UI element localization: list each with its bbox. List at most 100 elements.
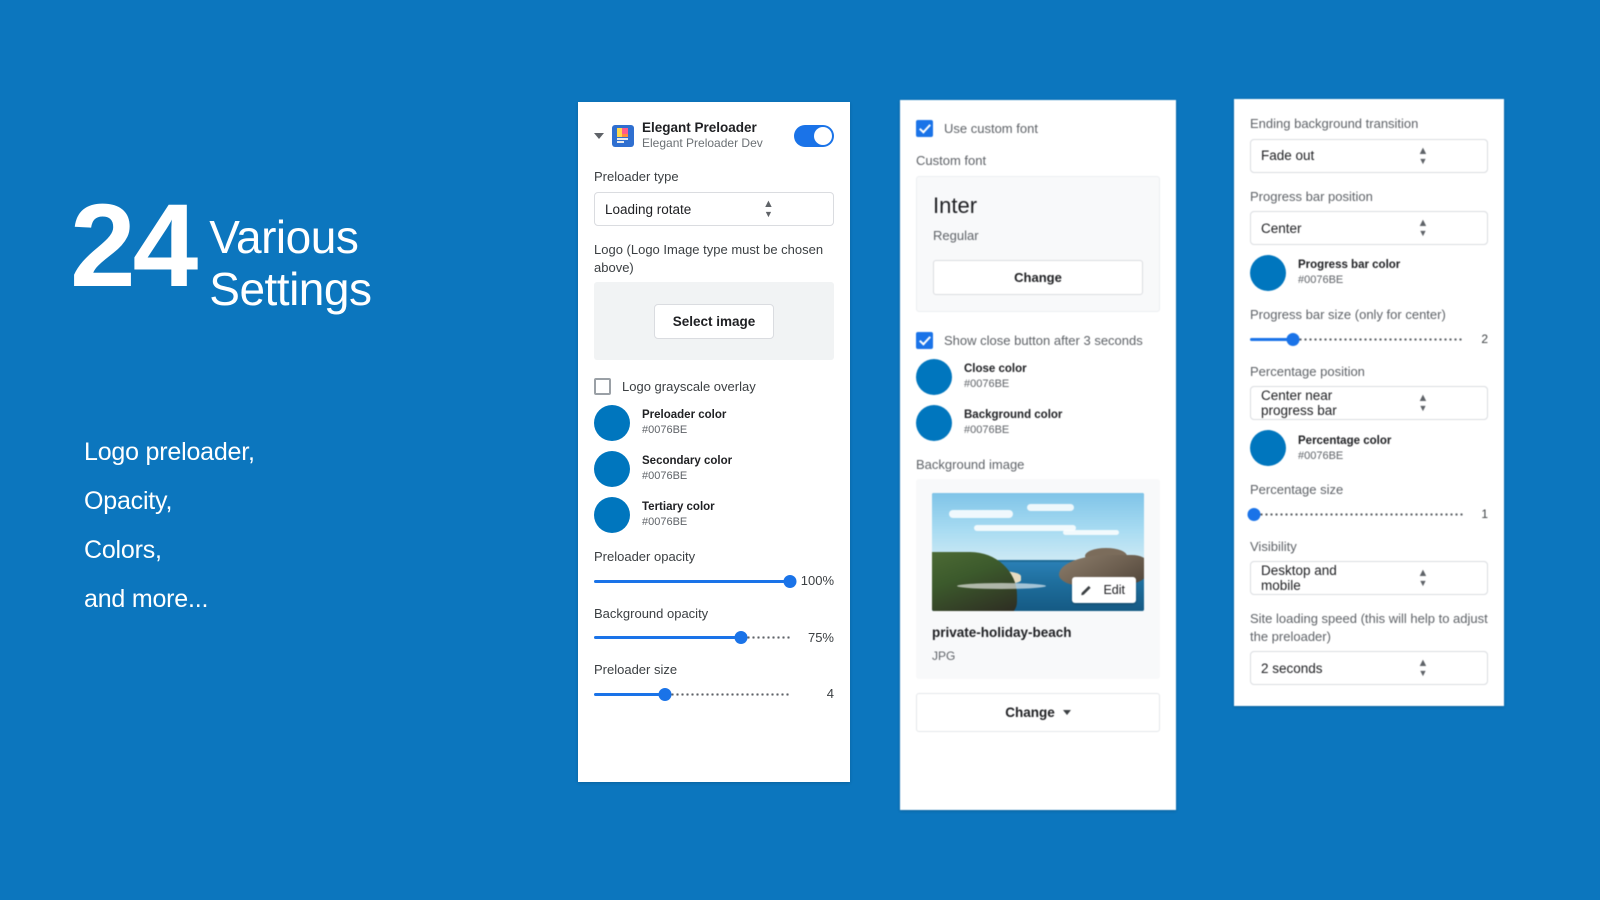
percentage-color-swatch[interactable]: [1250, 430, 1286, 467]
promo-headline-line1: Various: [209, 211, 359, 263]
spinner-icon: ▲ ▼: [1417, 657, 1429, 679]
change-font-button[interactable]: Change: [933, 259, 1143, 295]
background-color-name: Background color: [964, 409, 1063, 422]
background-image-thumbnail[interactable]: Edit: [932, 493, 1144, 612]
preloader-type-select[interactable]: Loading rotate ▲ ▼: [594, 192, 834, 227]
grayscale-overlay-row[interactable]: Logo grayscale overlay: [594, 378, 834, 396]
secondary-color-hex: #0076BE: [642, 470, 688, 483]
visibility-select[interactable]: Desktop and mobile ▲ ▼: [1250, 561, 1488, 596]
custom-font-label: Custom font: [916, 153, 987, 168]
settings-panel-primary: Elegant Preloader Elegant Preloader Dev …: [578, 102, 850, 782]
percentage-position-select[interactable]: Center near progress bar ▲ ▼: [1250, 386, 1488, 421]
promo-feature-list: Logo preloader, Opacity, Colors, and mor…: [84, 428, 540, 624]
spinner-icon: ▲ ▼: [1417, 144, 1429, 166]
color-row-tertiary[interactable]: Tertiary color #0076BE: [594, 497, 834, 534]
ending-transition-select[interactable]: Fade out ▲ ▼: [1250, 138, 1488, 173]
ending-transition-label: Ending background transition: [1250, 116, 1419, 131]
color-row-preloader[interactable]: Preloader color #0076BE: [594, 405, 834, 442]
percentage-size-slider[interactable]: 1: [1247, 505, 1488, 523]
percentage-position-label: Percentage position: [1250, 363, 1365, 379]
loading-speed-label: Site loading speed (this will help to ad…: [1250, 611, 1488, 644]
promo-block: 24 Various Settings Logo preloader, Opac…: [70, 180, 540, 624]
close-color-swatch[interactable]: [916, 358, 952, 395]
image-file-type: JPG: [932, 649, 956, 664]
app-header: Elegant Preloader Elegant Preloader Dev: [594, 116, 834, 153]
progress-size-label: Progress bar size (only for center): [1250, 307, 1446, 323]
preloader-opacity-value: 100%: [800, 573, 834, 589]
color-row-close[interactable]: Close color #0076BE: [916, 358, 1160, 395]
custom-font-card: Inter Regular Change: [916, 175, 1160, 312]
promo-number: 24: [70, 180, 198, 312]
percentage-color-name: Percentage color: [1298, 434, 1392, 447]
font-name: Inter: [933, 192, 978, 218]
logo-dropzone[interactable]: Select image: [594, 282, 834, 361]
preloader-opacity-label: Preloader opacity: [594, 549, 696, 565]
pencil-icon: [1083, 584, 1096, 597]
chevron-down-icon[interactable]: [594, 132, 604, 139]
logo-field-label: Logo (Logo Image type must be chosen abo…: [594, 242, 824, 275]
progress-bar-color-name: Progress bar color: [1298, 259, 1401, 272]
change-image-label: Change: [1005, 705, 1055, 721]
tertiary-color-name: Tertiary color: [642, 501, 715, 514]
background-color-hex: #0076BE: [964, 424, 1010, 437]
percentage-position-value: Center near progress bar: [1261, 388, 1337, 419]
color-row-percentage[interactable]: Percentage color #0076BE: [1250, 430, 1488, 467]
slider-track[interactable]: [1250, 330, 1464, 348]
spinner-icon: ▲ ▼: [1417, 392, 1429, 414]
grayscale-overlay-checkbox[interactable]: [594, 378, 611, 396]
color-row-background[interactable]: Background color #0076BE: [916, 404, 1160, 441]
app-name: Elegant Preloader: [642, 120, 757, 135]
select-image-button[interactable]: Select image: [653, 303, 775, 339]
edit-image-label: Edit: [1103, 583, 1125, 598]
slider-track[interactable]: [1247, 505, 1464, 523]
spinner-icon: ▲ ▼: [763, 198, 774, 220]
image-file-name: private-holiday-beach: [932, 625, 1072, 641]
loading-speed-select[interactable]: 2 seconds ▲ ▼: [1250, 651, 1488, 686]
use-custom-font-checkbox[interactable]: [916, 120, 933, 137]
preloader-color-name: Preloader color: [642, 409, 727, 422]
promo-feature-item: and more...: [84, 584, 209, 613]
close-color-hex: #0076BE: [964, 378, 1010, 391]
percentage-color-hex: #0076BE: [1298, 449, 1344, 462]
font-weight: Regular: [933, 227, 979, 243]
secondary-color-swatch[interactable]: [594, 451, 630, 488]
edit-image-button[interactable]: Edit: [1072, 577, 1136, 604]
progress-position-select[interactable]: Center ▲ ▼: [1250, 211, 1488, 246]
app-subtitle: Elegant Preloader Dev: [642, 136, 763, 151]
progress-size-slider[interactable]: 2: [1250, 330, 1488, 348]
background-color-swatch[interactable]: [916, 404, 952, 441]
preloader-size-slider[interactable]: 4: [594, 685, 834, 703]
visibility-label: Visibility: [1250, 538, 1297, 554]
percentage-size-label: Percentage size: [1250, 482, 1344, 498]
background-opacity-label: Background opacity: [594, 605, 709, 621]
promo-feature-item: Logo preloader,: [84, 437, 255, 466]
loading-speed-value: 2 seconds: [1261, 660, 1323, 676]
use-custom-font-row[interactable]: Use custom font: [916, 120, 1160, 137]
show-close-button-checkbox[interactable]: [916, 331, 933, 349]
app-enable-toggle[interactable]: [794, 124, 834, 147]
preloader-opacity-slider[interactable]: 100%: [594, 572, 834, 590]
settings-panel-font-image: Use custom font Custom font Inter Regula…: [900, 100, 1176, 810]
progress-position-value: Center: [1261, 220, 1302, 236]
preloader-type-label: Preloader type: [594, 169, 679, 185]
visibility-value: Desktop and mobile: [1261, 563, 1337, 594]
promo-headline-text: Various Settings: [209, 195, 372, 316]
change-image-button[interactable]: Change: [916, 693, 1160, 733]
percentage-size-value: 1: [1481, 506, 1488, 521]
preloader-color-swatch[interactable]: [594, 405, 630, 442]
color-row-secondary[interactable]: Secondary color #0076BE: [594, 451, 834, 488]
grayscale-overlay-label: Logo grayscale overlay: [622, 379, 756, 395]
slider-track[interactable]: [594, 685, 790, 703]
color-row-progress-bar[interactable]: Progress bar color #0076BE: [1250, 255, 1488, 292]
show-close-button-row[interactable]: Show close button after 3 seconds: [916, 331, 1160, 349]
slider-track[interactable]: [594, 628, 790, 646]
background-opacity-slider[interactable]: 75%: [594, 628, 834, 646]
progress-bar-color-swatch[interactable]: [1250, 255, 1286, 292]
secondary-color-name: Secondary color: [642, 455, 733, 468]
spinner-icon: ▲ ▼: [1417, 567, 1429, 589]
use-custom-font-label: Use custom font: [944, 121, 1038, 136]
promo-headline: 24 Various Settings: [70, 180, 540, 316]
preloader-type-value: Loading rotate: [605, 201, 692, 217]
slider-track[interactable]: [594, 572, 797, 590]
tertiary-color-swatch[interactable]: [594, 497, 630, 534]
